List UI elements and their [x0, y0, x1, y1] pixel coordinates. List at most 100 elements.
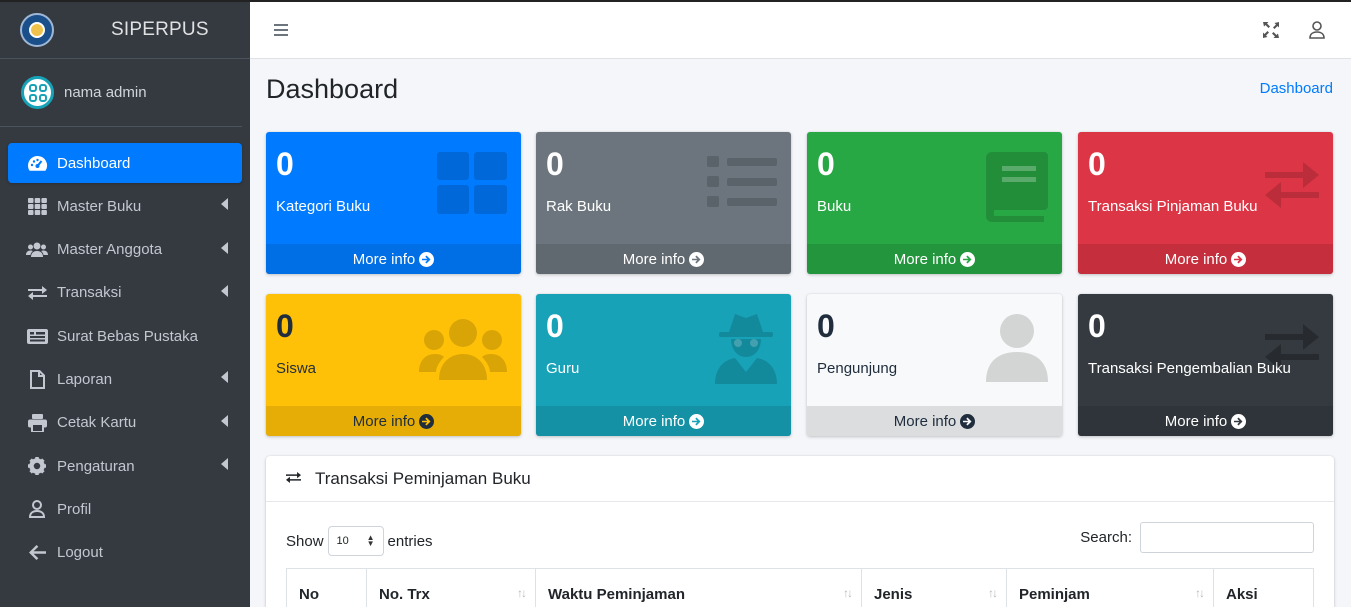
column-label: No — [299, 586, 319, 603]
show-label: Show — [286, 532, 324, 550]
more-info-label: More info — [622, 412, 686, 430]
box-label: Pengunjung — [817, 360, 898, 377]
column-header-waktu[interactable]: Waktu Peminjaman ↑↓ — [536, 569, 862, 607]
arrow-circle-right-icon — [689, 251, 705, 267]
column-label: Peminjam — [1019, 586, 1090, 603]
user-panel[interactable]: nama admin — [0, 59, 242, 127]
sidebar-item-profil[interactable]: Profil — [8, 489, 242, 529]
brand-logo — [20, 13, 54, 47]
more-info-link[interactable]: More info — [807, 244, 1062, 274]
sort-updown-icon: ▲ ▼ — [366, 533, 375, 548]
box-value: 0 — [546, 146, 564, 182]
list-icon — [707, 152, 777, 217]
arrow-circle-right-icon — [1231, 413, 1247, 429]
hamburger-icon[interactable] — [274, 24, 288, 39]
box-value: 0 — [817, 146, 835, 182]
more-info-label: More info — [1164, 250, 1228, 268]
more-info-link[interactable]: More info — [1078, 244, 1333, 274]
chevron-left-icon — [221, 241, 228, 254]
search-control: Search: — [1080, 522, 1314, 553]
box-label: Rak Buku — [546, 198, 612, 215]
sidebar-item-label: Surat Bebas Pustaka — [57, 327, 198, 345]
sort-icon: ↑↓ — [1195, 586, 1205, 600]
entries-label: entries — [387, 532, 433, 550]
column-header-aksi[interactable]: Aksi — [1214, 569, 1313, 607]
more-info-label: More info — [352, 412, 416, 430]
box-value: 0 — [1088, 308, 1106, 344]
arrow-circle-right-icon — [419, 413, 435, 429]
exchange-icon — [286, 469, 309, 489]
page-title: Dashboard — [266, 74, 399, 104]
box-label: Siswa — [276, 360, 317, 377]
sidebar-item-label: Logout — [57, 544, 103, 562]
more-info-link[interactable]: More info — [536, 244, 791, 274]
box-siswa: 0 Siswa More info — [266, 294, 521, 436]
sidebar-item-label: Transaksi — [57, 284, 122, 302]
transaksi-card: Transaksi Peminjaman Buku Show 10 ▲ ▼ ent… — [266, 456, 1334, 607]
more-info-link[interactable]: More info — [266, 244, 521, 274]
chevron-left-icon — [221, 371, 228, 384]
column-label: No. Trx — [379, 586, 430, 603]
box-transaksi-pinjaman: 0 Transaksi Pinjaman Buku More info — [1078, 132, 1333, 274]
user-menu-icon[interactable] — [1309, 21, 1327, 39]
box-rak-buku: 0 Rak Buku More info — [536, 132, 791, 274]
sidebar-item-label: Master Buku — [57, 197, 142, 215]
arrow-circle-right-icon — [689, 413, 705, 429]
sidebar-item-master-buku[interactable]: Master Buku — [8, 186, 242, 226]
gear-icon — [26, 456, 48, 476]
exchange-icon — [1265, 162, 1319, 217]
arrow-circle-right-icon — [1231, 251, 1247, 267]
users-icon — [26, 240, 48, 260]
box-label: Transaksi Pinjaman Buku — [1088, 198, 1258, 215]
sidebar-item-label: Cetak Kartu — [57, 414, 137, 432]
box-pengunjung: 0 Pengunjung More info — [807, 294, 1062, 436]
sidebar-item-cetak-kartu[interactable]: Cetak Kartu — [8, 403, 242, 443]
search-label: Search: — [1080, 529, 1132, 546]
sidebar-item-dashboard[interactable]: Dashboard — [8, 143, 242, 183]
user-secret-icon — [715, 312, 777, 389]
box-label: Transaksi Pengembalian Buku — [1088, 360, 1291, 377]
brand-name: SIPERPUS — [111, 19, 209, 40]
sidebar-item-laporan[interactable]: Laporan — [8, 359, 242, 399]
printer-icon — [26, 413, 48, 433]
arrow-circle-right-icon — [960, 413, 976, 429]
sidebar-nav: Dashboard Master Buku Master Anggota Tra… — [0, 127, 250, 573]
sidebar-item-logout[interactable]: Logout — [8, 533, 242, 573]
box-label: Guru — [546, 360, 580, 377]
more-info-label: More info — [1164, 412, 1228, 430]
breadcrumb[interactable]: Dashboard — [1260, 80, 1333, 97]
sidebar-item-pengaturan[interactable]: Pengaturan — [8, 446, 242, 486]
card-title: Transaksi Peminjaman Buku — [315, 468, 531, 488]
book-icon — [986, 152, 1048, 227]
column-label: Jenis — [874, 586, 913, 603]
more-info-link[interactable]: More info — [266, 406, 521, 436]
expand-icon[interactable] — [1263, 22, 1279, 38]
box-kategori-buku: 0 Kategori Buku More info — [266, 132, 521, 274]
arrow-circle-right-icon — [960, 251, 976, 267]
column-label: Aksi — [1226, 586, 1258, 603]
exchange-icon — [1265, 324, 1319, 379]
column-header-peminjam[interactable]: Peminjam ↑↓ — [1007, 569, 1214, 607]
brand-link[interactable]: SIPERPUS — [0, 2, 250, 59]
more-info-label: More info — [352, 250, 416, 268]
top-navbar — [250, 0, 1351, 59]
page-length-select[interactable]: 10 ▲ ▼ — [327, 526, 384, 556]
column-header-no[interactable]: No — [287, 569, 367, 607]
column-header-no-trx[interactable]: No. Trx ↑↓ — [367, 569, 536, 607]
card-header: Transaksi Peminjaman Buku — [266, 456, 1334, 502]
column-label: Waktu Peminjaman — [548, 586, 685, 603]
sidebar-item-master-anggota[interactable]: Master Anggota — [8, 230, 242, 270]
file-icon — [26, 369, 48, 389]
box-value: 0 — [817, 308, 835, 344]
column-header-jenis[interactable]: Jenis ↑↓ — [862, 569, 1007, 607]
search-input[interactable] — [1140, 522, 1314, 553]
more-info-link[interactable]: More info — [1078, 406, 1333, 436]
more-info-label: More info — [893, 250, 957, 268]
more-info-link[interactable]: More info — [536, 406, 791, 436]
sidebar-item-surat-bebas-pustaka[interactable]: Surat Bebas Pustaka — [8, 316, 242, 356]
sort-icon: ↑↓ — [843, 586, 853, 600]
sidebar-item-transaksi[interactable]: Transaksi — [8, 273, 242, 313]
more-info-link[interactable]: More info — [807, 406, 1062, 436]
arrow-circle-right-icon — [419, 251, 435, 267]
box-label: Buku — [817, 198, 852, 215]
